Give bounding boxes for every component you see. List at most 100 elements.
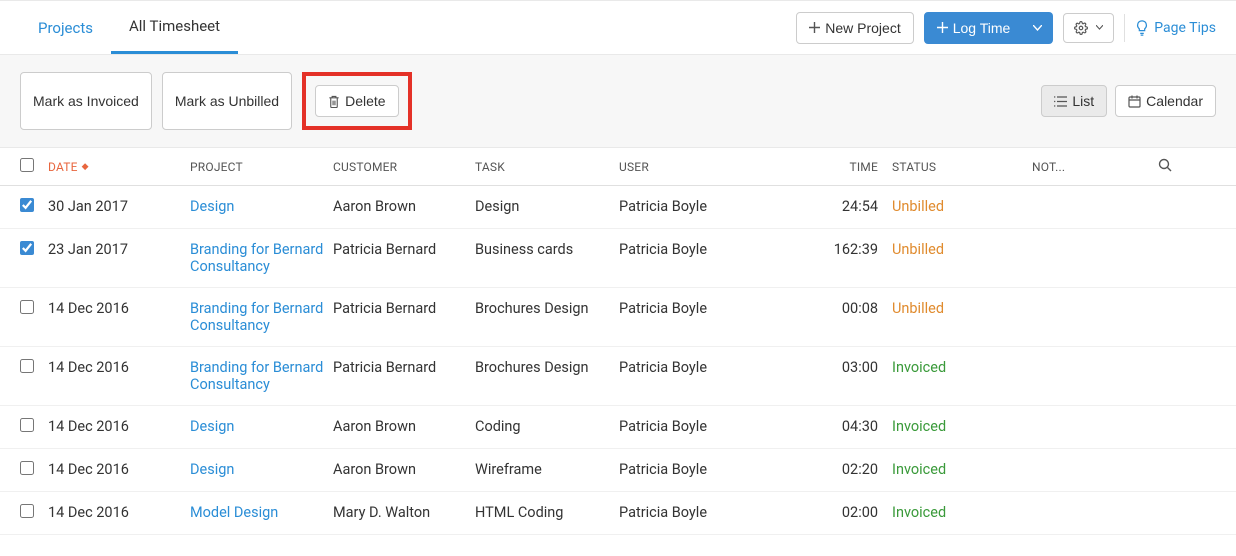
action-bar: Mark as Invoiced Mark as Unbilled Delete… [0,55,1236,148]
row-task: Business cards [475,241,619,258]
row-task: Brochures Design [475,359,619,376]
row-date: 23 Jan 2017 [48,241,190,258]
log-time-dropdown-button[interactable] [1023,12,1053,44]
row-check-cell [20,300,48,318]
row-time: 02:00 [807,504,892,521]
action-bar-left: Mark as Invoiced Mark as Unbilled Delete [20,72,412,130]
row-user: Patricia Boyle [619,359,807,376]
project-link[interactable]: Design [190,461,234,478]
row-checkbox[interactable] [20,300,34,314]
row-checkbox[interactable] [20,198,34,212]
row-customer: Aaron Brown [333,461,475,478]
view-calendar-button[interactable]: Calendar [1115,85,1216,117]
row-status: Invoiced [892,359,1032,376]
row-task: Coding [475,418,619,435]
settings-button[interactable] [1063,13,1114,43]
table-row[interactable]: 14 Dec 2016 Design Aaron Brown Wireframe… [0,449,1236,492]
plus-icon [809,22,820,33]
row-date: 14 Dec 2016 [48,359,190,376]
col-status-header[interactable]: STATUS [892,160,1032,174]
page-tips-button[interactable]: Page Tips [1124,14,1216,42]
row-project: Branding for Bernard Consultancy [190,359,333,393]
row-status: Unbilled [892,198,1032,215]
row-status: Invoiced [892,504,1032,521]
row-check-cell [20,461,48,479]
row-checkbox[interactable] [20,461,34,475]
new-project-button[interactable]: New Project [796,12,913,44]
row-time: 02:20 [807,461,892,478]
project-link[interactable]: Branding for Bernard Consultancy [190,241,323,275]
project-link[interactable]: Branding for Bernard Consultancy [190,300,323,334]
table-row[interactable]: 14 Dec 2016 Branding for Bernard Consult… [0,288,1236,347]
view-calendar-label: Calendar [1146,93,1203,109]
delete-button[interactable]: Delete [315,85,398,117]
delete-label: Delete [345,93,385,109]
calendar-icon [1128,95,1141,108]
project-link[interactable]: Design [190,418,234,435]
row-status: Unbilled [892,241,1032,258]
project-link[interactable]: Design [190,198,234,215]
tab-all-timesheet[interactable]: All Timesheet [111,1,238,54]
caret-down-icon [1033,25,1042,31]
row-date: 14 Dec 2016 [48,504,190,521]
project-link[interactable]: Branding for Bernard Consultancy [190,359,323,393]
col-search[interactable] [1142,158,1172,175]
row-status: Unbilled [892,300,1032,317]
row-user: Patricia Boyle [619,418,807,435]
row-time: 03:00 [807,359,892,376]
top-actions: New Project Log Time [796,12,1216,44]
log-time-group: Log Time [924,12,1054,44]
log-time-button[interactable]: Log Time [924,12,1024,44]
view-list-button[interactable]: List [1041,85,1107,117]
col-task-header[interactable]: TASK [475,160,619,174]
tab-projects[interactable]: Projects [20,1,111,54]
mark-as-unbilled-button[interactable]: Mark as Unbilled [162,72,292,130]
row-customer: Aaron Brown [333,418,475,435]
table-row[interactable]: 14 Dec 2016 Design Aaron Brown Coding Pa… [0,406,1236,449]
top-bar: Projects All Timesheet New Project Log T… [0,0,1236,55]
row-task: Wireframe [475,461,619,478]
col-notes-header[interactable]: NOT... [1032,160,1142,174]
search-icon [1158,158,1172,172]
col-time-header[interactable]: TIME [807,160,892,174]
page-tips-label: Page Tips [1154,20,1216,36]
col-date-label: DATE [48,160,78,174]
row-project: Design [190,418,333,435]
table-row[interactable]: 14 Dec 2016 Model Design Mary D. Walton … [0,492,1236,535]
col-user-header[interactable]: USER [619,160,807,174]
row-project: Model Design [190,504,333,521]
row-time: 24:54 [807,198,892,215]
list-icon [1054,96,1067,107]
row-time: 04:30 [807,418,892,435]
row-project: Design [190,198,333,215]
row-customer: Patricia Bernard [333,359,475,376]
row-check-cell [20,198,48,216]
view-list-label: List [1072,93,1094,109]
row-date: 14 Dec 2016 [48,461,190,478]
table-row[interactable]: 14 Dec 2016 Branding for Bernard Consult… [0,347,1236,406]
row-time: 162:39 [807,241,892,258]
row-checkbox[interactable] [20,241,34,255]
row-project: Branding for Bernard Consultancy [190,300,333,334]
caret-down-icon [1096,25,1103,30]
project-link[interactable]: Model Design [190,504,278,521]
row-check-cell [20,241,48,259]
col-date-header[interactable]: DATE ◆ [48,160,190,174]
sort-indicator-icon: ◆ [82,162,89,172]
row-checkbox[interactable] [20,359,34,373]
row-checkbox[interactable] [20,418,34,432]
table-row[interactable]: 30 Jan 2017 Design Aaron Brown Design Pa… [0,186,1236,229]
row-task: Design [475,198,619,215]
table-row[interactable]: 23 Jan 2017 Branding for Bernard Consult… [0,229,1236,288]
gear-icon [1074,21,1088,35]
col-customer-header[interactable]: CUSTOMER [333,160,475,174]
action-bar-right: List Calendar [1041,85,1216,117]
row-checkbox[interactable] [20,504,34,518]
plus-icon [937,22,948,33]
select-all-checkbox[interactable] [20,158,34,172]
col-project-header[interactable]: PROJECT [190,160,333,174]
row-customer: Mary D. Walton [333,504,475,521]
table-header: DATE ◆ PROJECT CUSTOMER TASK USER TIME S… [0,148,1236,186]
mark-as-invoiced-button[interactable]: Mark as Invoiced [20,72,152,130]
lightbulb-icon [1135,20,1149,36]
